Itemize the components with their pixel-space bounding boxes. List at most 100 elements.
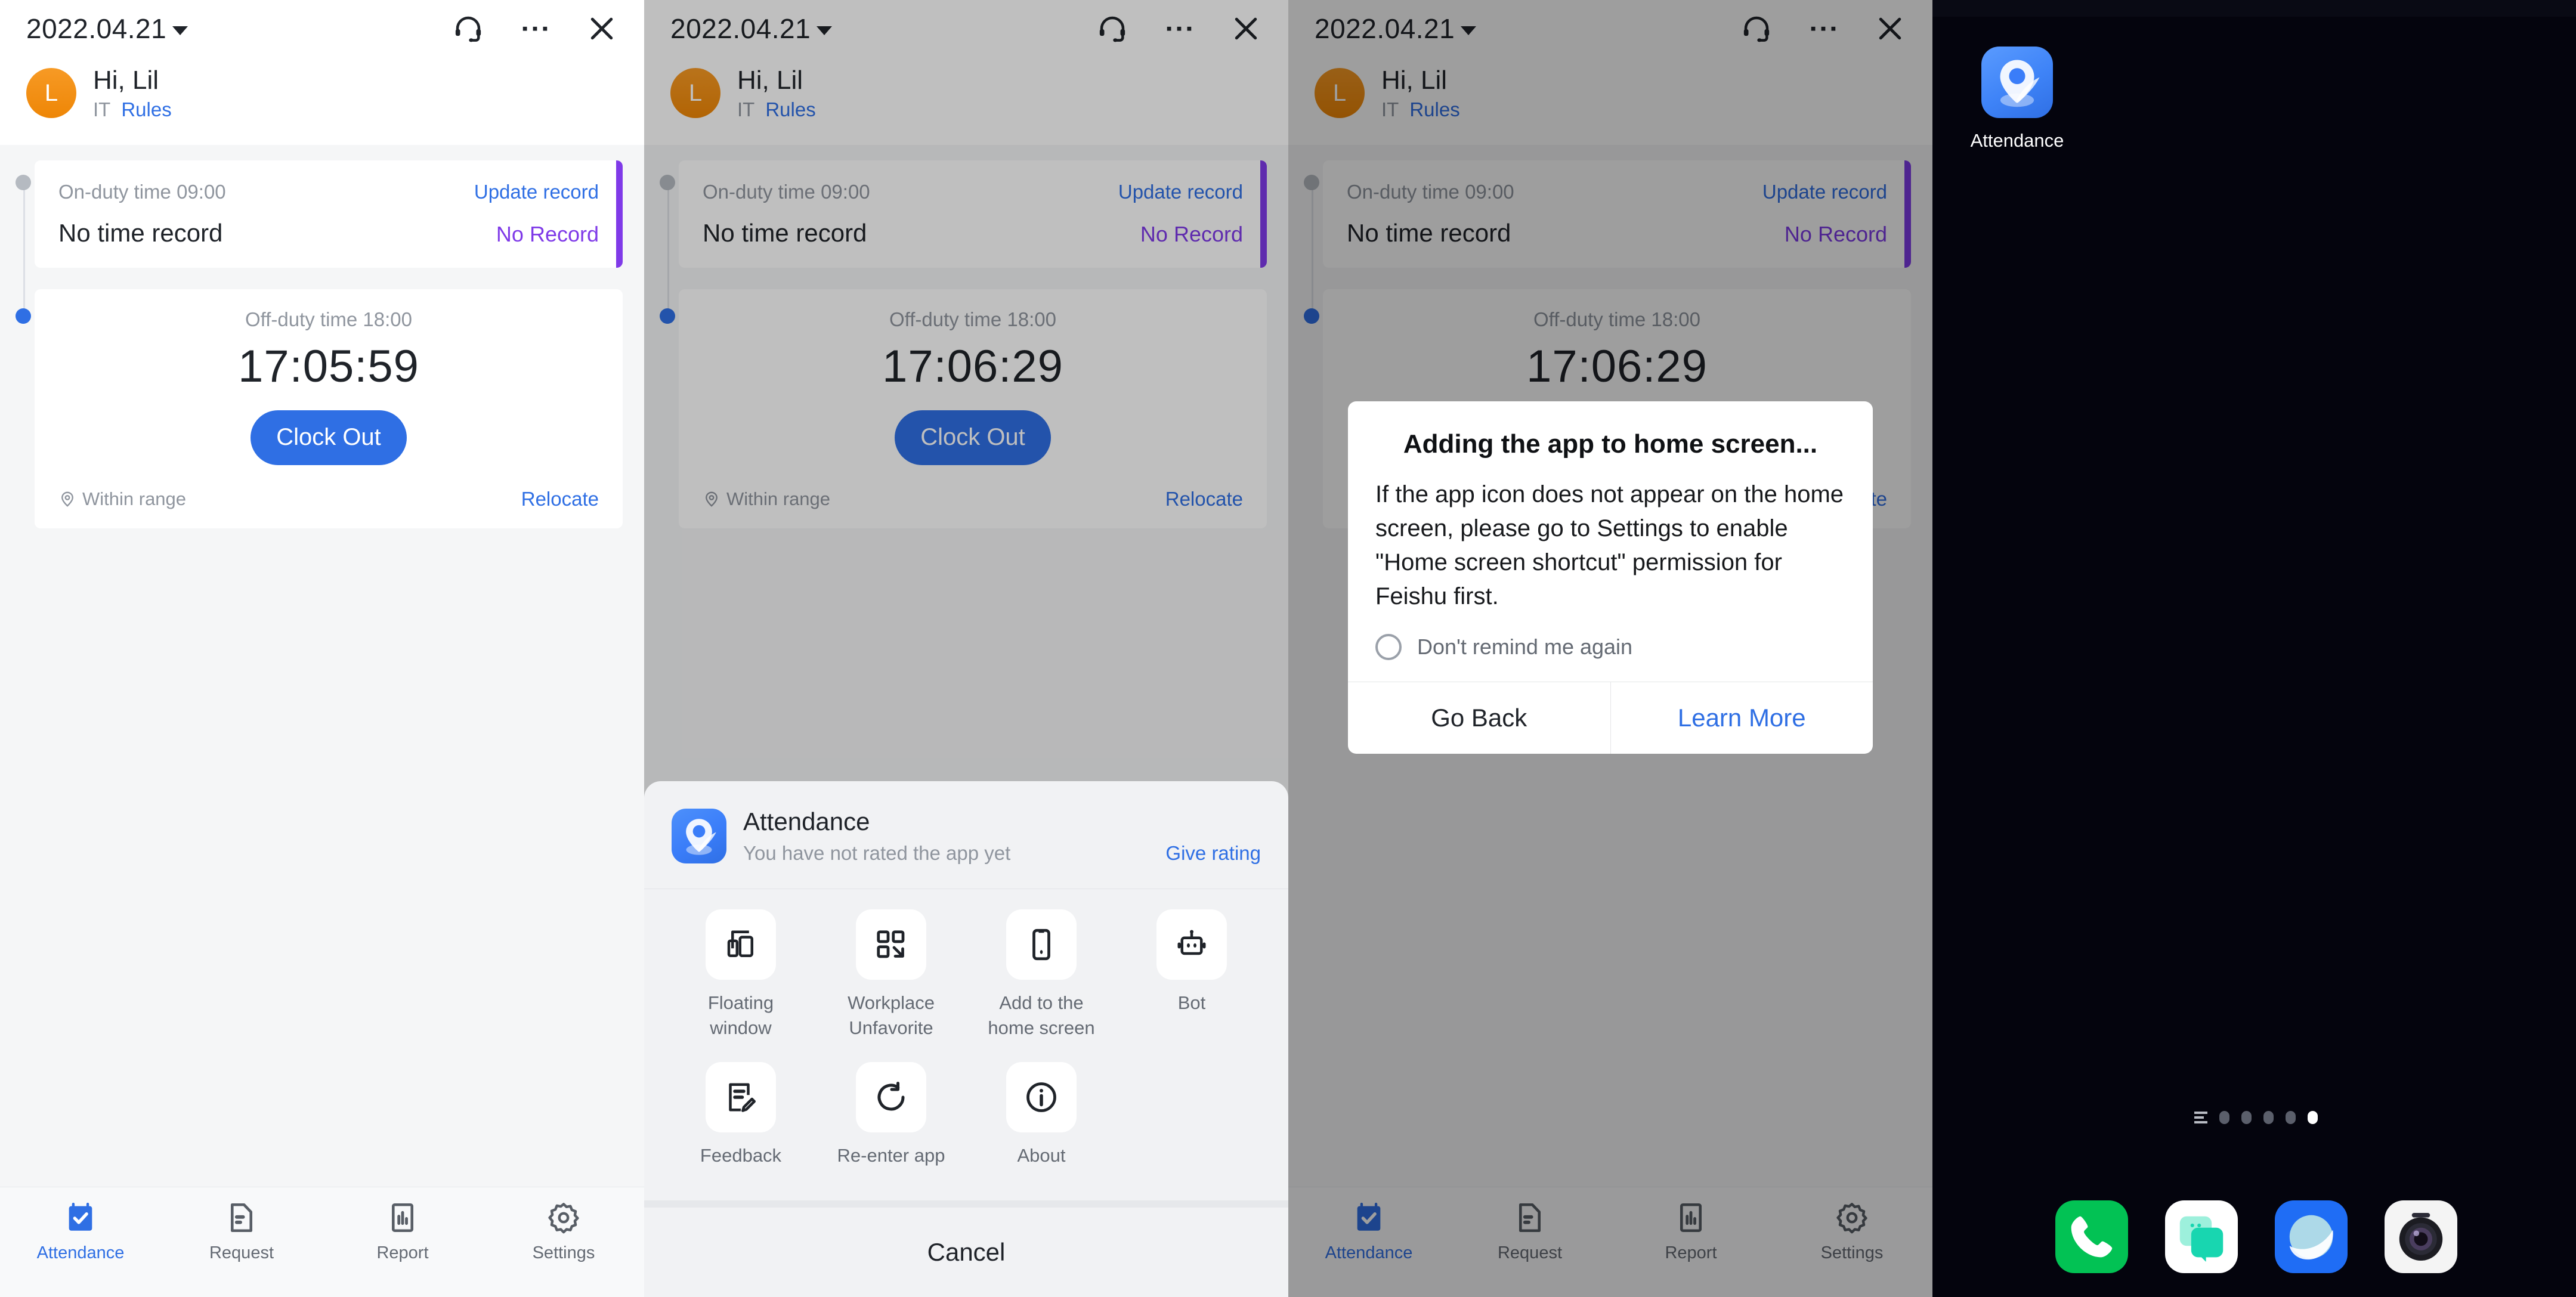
go-back-button[interactable]: Go Back [1348,682,1610,754]
greeting: Hi, Lil [737,66,803,95]
close-icon[interactable] [586,13,618,45]
ellipsis-icon[interactable] [1163,13,1195,45]
avatar[interactable]: L [1315,68,1365,119]
sheet-item-label: Add to the home screen [988,992,1095,1039]
sheet-item-floating-window[interactable]: Floating window [666,909,816,1041]
sheet-item-bot[interactable]: Bot [1117,909,1267,1041]
sheet-item-re-enter-app[interactable]: Re-enter app [816,1062,966,1168]
document-icon [1513,1200,1547,1235]
relocate-link[interactable]: Relocate [521,488,599,510]
close-icon[interactable] [1230,13,1262,45]
clock-timer: 17:06:29 [882,340,1063,392]
status-bar [1932,0,2576,17]
cancel-button[interactable]: Cancel [644,1208,1288,1297]
page-list-icon[interactable] [2194,1112,2207,1123]
tab-report[interactable]: Report [1610,1200,1771,1263]
update-record-link[interactable]: Update record [1762,181,1887,203]
user-info: Hi, Lil IT Rules [737,66,816,121]
sheet-item-workplace-unfavorite[interactable]: Workplace Unfavorite [816,909,966,1041]
rules-link[interactable]: Rules [765,98,815,121]
header-actions [452,13,618,45]
dialog-actions: Go Back Learn More [1348,681,1873,754]
avatar[interactable]: L [670,68,720,119]
on-duty-label: On-duty time 09:00 [58,180,226,203]
rules-link[interactable]: Rules [1409,98,1459,121]
headset-icon[interactable] [1740,13,1773,45]
camera-icon[interactable] [2384,1200,2457,1273]
sheet-item-label: Re-enter app [837,1145,945,1166]
no-record-status: No Record [1784,221,1887,246]
location-pin-icon [703,490,720,508]
ellipsis-icon[interactable] [519,13,551,45]
tab-label: Request [209,1243,274,1262]
sheet-item-add-to-home-screen[interactable]: Add to the home screen [966,909,1117,1041]
home-app-attendance[interactable]: Attendance [1963,47,2071,151]
no-record-status: No Record [1140,221,1243,246]
date-label: 2022.04.21 [26,13,167,44]
department-label: IT [737,98,755,120]
dont-remind-checkbox-row[interactable]: Don't remind me again [1375,633,1845,660]
tab-label: Report [1665,1243,1717,1262]
phone-icon[interactable] [2055,1200,2128,1273]
header-actions [1740,13,1906,45]
off-duty-label: Off-duty time 18:00 [1533,308,1701,330]
page-dot[interactable] [2219,1111,2229,1124]
learn-more-button[interactable]: Learn More [1610,682,1873,754]
tab-report[interactable]: Report [322,1200,483,1263]
tab-request[interactable]: Request [1449,1200,1610,1263]
action-sheet-app-meta: Attendance You have not rated the app ye… [743,807,1261,865]
close-icon[interactable] [1874,13,1906,45]
give-rating-link[interactable]: Give rating [1165,842,1261,865]
top-bar: 2022.04.21 [1288,0,1932,57]
dialog-body: Adding the app to home screen... If the … [1348,401,1873,682]
header-actions [1096,13,1262,45]
user-row: L Hi, Lil IT Rules [644,57,1288,145]
user-meta: IT Rules [1381,98,1460,121]
sheet-item-feedback[interactable]: Feedback [666,1062,816,1168]
page-dot[interactable] [2263,1111,2274,1124]
tab-request[interactable]: Request [161,1200,322,1263]
sheet-item-about[interactable]: About [966,1062,1117,1168]
location-pin-icon [58,490,76,508]
headset-icon[interactable] [1096,13,1128,45]
user-row: L Hi, Lil IT Rules [0,57,644,145]
department-label: IT [1381,98,1399,120]
clock-timer: 17:06:29 [1526,340,1708,392]
messages-icon[interactable] [2164,1200,2238,1273]
timeline-dot-on-duty [660,174,675,190]
page-dot-active[interactable] [2308,1111,2318,1124]
top-bar: 2022.04.21 [0,0,644,57]
tab-settings[interactable]: Settings [1771,1200,1932,1263]
tab-settings[interactable]: Settings [483,1200,644,1263]
rules-link[interactable]: Rules [121,98,171,121]
attendance-app-icon [1981,47,2053,118]
tab-label: Settings [1820,1243,1884,1262]
timeline-line [23,180,25,317]
date-picker[interactable]: 2022.04.21 [1315,13,1477,45]
tab-attendance[interactable]: Attendance [0,1200,161,1263]
timeline-dot-off-duty [1304,308,1319,324]
add-to-home-screen-icon [1006,909,1077,980]
avatar[interactable]: L [26,68,76,119]
attendance-app-icon [672,809,726,864]
tab-label: Settings [532,1243,595,1262]
clock-out-button[interactable]: Clock Out [251,410,407,465]
on-duty-card: On-duty time 09:00 Update record No time… [679,160,1267,268]
date-picker[interactable]: 2022.04.21 [26,13,188,45]
ellipsis-icon[interactable] [1807,13,1839,45]
date-label: 2022.04.21 [670,13,811,44]
page-dot[interactable] [2286,1111,2296,1124]
relocate-link[interactable]: Relocate [1165,488,1243,510]
tab-attendance[interactable]: Attendance [1288,1200,1449,1263]
update-record-link[interactable]: Update record [1118,181,1243,203]
page-dot[interactable] [2241,1111,2252,1124]
browser-icon[interactable] [2274,1200,2348,1273]
action-sheet-header: Attendance You have not rated the app ye… [644,781,1288,889]
date-picker[interactable]: 2022.04.21 [670,13,833,45]
update-record-link[interactable]: Update record [474,181,599,203]
clock-out-button[interactable]: Clock Out [895,410,1051,465]
headset-icon[interactable] [452,13,484,45]
info-icon [1006,1062,1077,1133]
dont-remind-radio[interactable] [1375,633,1402,660]
calendar-check-icon [63,1200,98,1235]
